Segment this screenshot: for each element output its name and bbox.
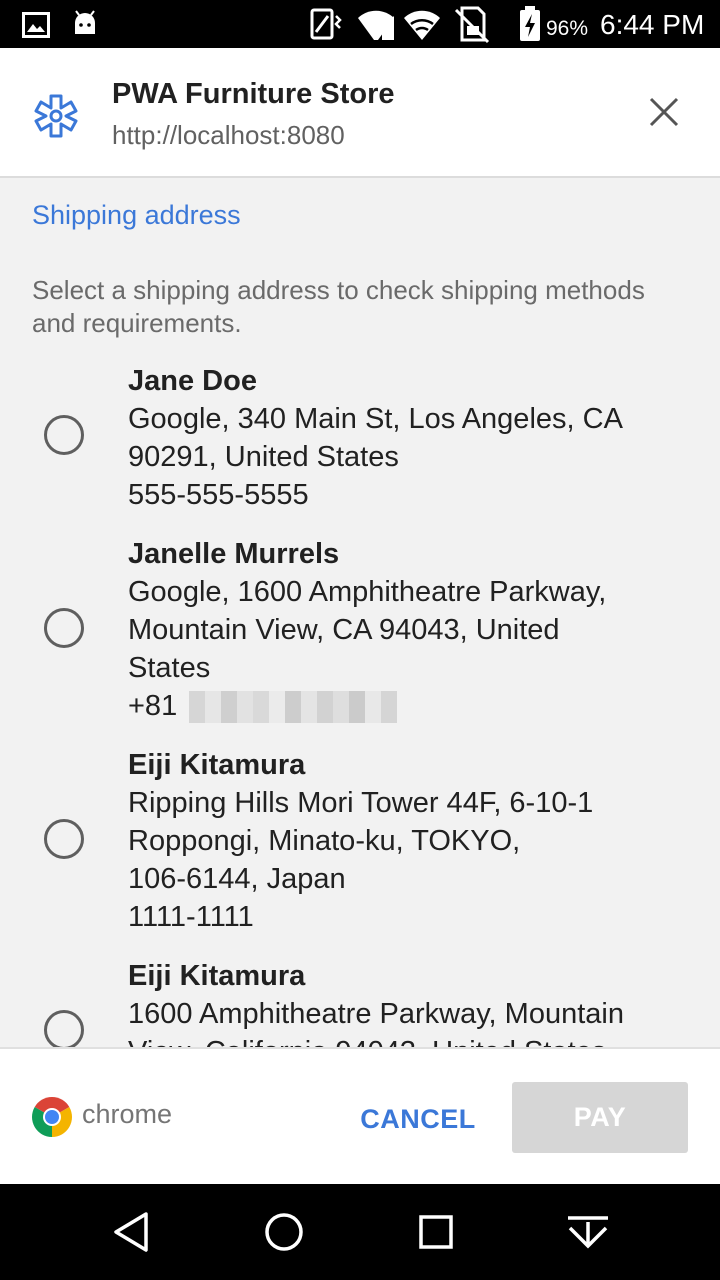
address-name: Jane Doe	[128, 365, 257, 397]
address-phone: 1111-1111	[128, 901, 254, 933]
home-icon[interactable]	[260, 1208, 308, 1256]
address-line: Google, 340 Main St, Los Angeles, CA	[128, 403, 623, 435]
address-line: 90291, United States	[128, 441, 399, 473]
instructions-text: Select a shipping address to check shipp…	[32, 275, 645, 338]
address-option[interactable]: Eiji Kitamura Ripping Hills Mori Tower 4…	[0, 746, 720, 944]
address-option[interactable]: Janelle Murrels Google, 1600 Amphitheatr…	[0, 535, 720, 733]
address-line: Google, 1600 Amphitheatre Parkway,	[128, 576, 607, 608]
image-notification-icon	[22, 12, 50, 43]
phone-prefix: +81	[128, 690, 178, 722]
address-line: 106-6144, Japan	[128, 863, 346, 895]
chrome-logo-icon	[32, 1097, 72, 1137]
pay-button[interactable]: PAY	[512, 1082, 688, 1153]
address-line: View, California 94043, United States	[128, 1033, 688, 1047]
address-name: Janelle Murrels	[128, 538, 340, 570]
payment-sheet-header: PWA Furniture Store http://localhost:808…	[0, 48, 720, 178]
android-notification-icon	[72, 10, 98, 41]
address-name: Eiji Kitamura	[128, 960, 306, 992]
close-icon	[649, 97, 679, 132]
close-button[interactable]	[640, 90, 688, 138]
address-line: Ripping Hills Mori Tower 44F, 6-10-1	[128, 787, 594, 819]
chrome-brand-label: chrome	[82, 1099, 173, 1129]
navigation-bar	[0, 1184, 720, 1280]
cancel-button[interactable]: CANCEL	[346, 1085, 490, 1153]
address-line: Roppongi, Minato-ku, TOKYO,	[128, 825, 521, 857]
address-radio[interactable]	[44, 415, 84, 455]
address-option[interactable]: Jane Doe Google, 340 Main St, Los Angele…	[0, 362, 720, 522]
address-line: Mountain View, CA 94043, United	[128, 614, 560, 646]
payment-sheet-footer: chrome CANCEL PAY	[0, 1047, 720, 1184]
address-line: 1600 Amphitheatre Parkway, Mountain	[128, 998, 624, 1030]
address-phone: +81	[128, 687, 688, 725]
merchant-title: PWA Furniture Store	[112, 78, 395, 110]
merchant-url: http://localhost:8080	[112, 120, 345, 150]
recents-icon[interactable]	[412, 1208, 460, 1256]
keyboard-hide-icon[interactable]	[564, 1208, 612, 1256]
battery-percent: 96%	[546, 17, 589, 40]
vibrate-icon	[308, 8, 344, 45]
address-name: Eiji Kitamura	[128, 749, 306, 781]
section-title: Shipping address	[32, 200, 241, 230]
address-radio[interactable]	[44, 608, 84, 648]
back-icon[interactable]	[108, 1208, 156, 1256]
signal-icon	[356, 6, 396, 47]
asterisk-logo-icon	[34, 94, 78, 138]
address-phone: 555-555-5555	[128, 479, 309, 511]
address-line: States	[128, 652, 211, 684]
address-radio[interactable]	[44, 819, 84, 859]
wifi-icon	[402, 6, 442, 47]
no-sim-icon	[452, 6, 492, 49]
address-radio[interactable]	[44, 1010, 84, 1047]
payment-request-screen: 96% 6:44 PM PWA Furniture Store http://l…	[0, 0, 720, 1280]
battery-charging-icon	[518, 6, 542, 47]
clock: 6:44 PM	[600, 9, 705, 40]
status-bar: 96% 6:44 PM	[0, 0, 720, 48]
address-option[interactable]: Eiji Kitamura 1600 Amphitheatre Parkway,…	[0, 957, 720, 1047]
redacted-phone	[189, 691, 398, 724]
shipping-address-section: Shipping address Select a shipping addre…	[0, 178, 720, 1047]
